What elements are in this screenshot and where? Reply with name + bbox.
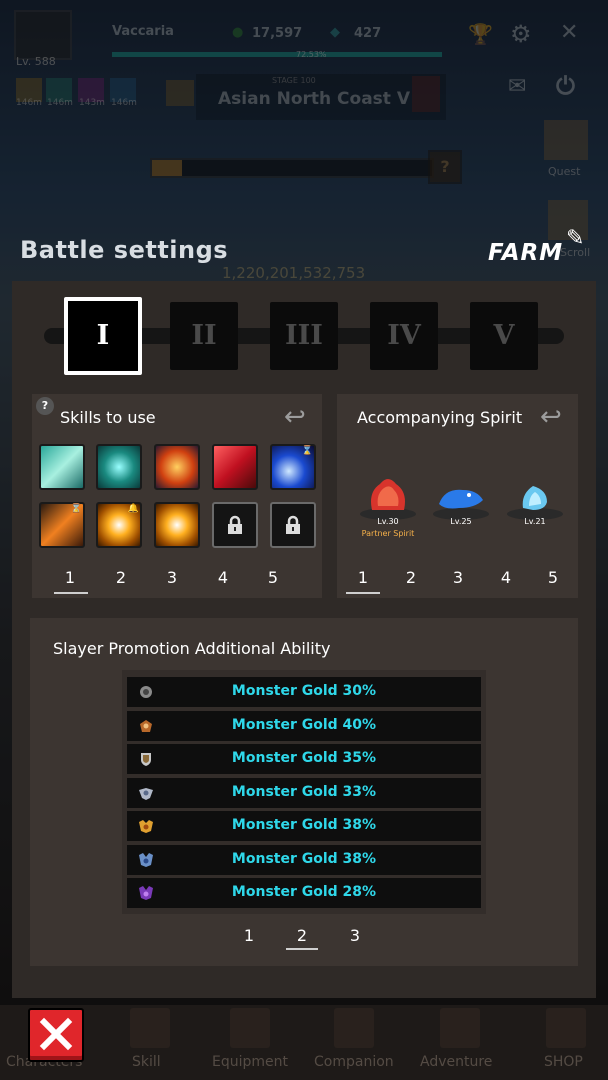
partner-spirit-label: Partner Spirit: [361, 529, 415, 538]
page-title: Battle settings: [20, 236, 229, 264]
skill-slot-8[interactable]: [154, 502, 200, 548]
edit-pencil-icon[interactable]: ✎: [566, 226, 584, 251]
skill-book-icon[interactable]: [130, 1008, 170, 1048]
spirit-tab-1[interactable]: 1: [353, 568, 373, 587]
skill-slot-6[interactable]: ⌛: [39, 502, 85, 548]
spirit-tab-5[interactable]: 5: [543, 568, 563, 587]
promotion-title: Slayer Promotion Additional Ability: [53, 639, 331, 658]
help-icon[interactable]: ?: [36, 397, 54, 415]
skill-slot-3[interactable]: [154, 444, 200, 490]
promotion-row: Monster Gold 40%: [127, 711, 481, 741]
promotion-page-3[interactable]: 3: [345, 926, 365, 945]
nav-equipment[interactable]: Equipment: [212, 1054, 288, 1070]
nav-skill[interactable]: Skill: [132, 1054, 161, 1070]
skills-tab-1[interactable]: 1: [60, 568, 80, 587]
promotion-ability: Monster Gold 38%: [231, 851, 377, 867]
close-button[interactable]: [28, 1008, 84, 1062]
lock-icon: [286, 515, 300, 534]
close-x-icon: [39, 1017, 73, 1051]
promotion-ability: Monster Gold 38%: [231, 817, 377, 833]
promotion-page-1[interactable]: 1: [239, 926, 259, 945]
skill-slot-4[interactable]: [212, 444, 258, 490]
promotion-page-indicator: [286, 948, 318, 950]
skills-tab-2[interactable]: 2: [111, 568, 131, 587]
preset-slot-2[interactable]: II: [170, 302, 238, 370]
spirit-title: Accompanying Spirit: [357, 408, 523, 427]
spirit-reset-arrow-icon[interactable]: ↩: [540, 402, 562, 432]
hourglass-icon: ⌛: [70, 504, 82, 514]
bell-icon: 🔔: [127, 504, 139, 514]
spirit-tab-2[interactable]: 2: [401, 568, 421, 587]
skill-slot-5[interactable]: ⌛: [270, 444, 316, 490]
spirit-level-1: Lv.30: [377, 517, 399, 526]
promotion-ability: Monster Gold 35%: [231, 750, 377, 766]
preset-slot-5[interactable]: V: [470, 302, 538, 370]
preset-slot-4[interactable]: IV: [370, 302, 438, 370]
promotion-ability: Monster Gold 30%: [231, 683, 377, 699]
skills-tab-5[interactable]: 5: [263, 568, 283, 587]
spirit-tab-indicator: [346, 592, 380, 594]
spirit-level-3: Lv.21: [524, 517, 546, 526]
promotion-row: Monster Gold 38%: [127, 811, 481, 841]
bottom-nav: [0, 1005, 608, 1080]
locked-skill-slot-1[interactable]: [212, 502, 258, 548]
skill-slot-1[interactable]: [39, 444, 85, 490]
promotion-row: Monster Gold 38%: [127, 845, 481, 875]
spirit-level-2: Lv.25: [450, 517, 472, 526]
companion-icon[interactable]: [334, 1008, 374, 1048]
nav-companion[interactable]: Companion: [314, 1054, 394, 1070]
promotion-row: Monster Gold 28%: [127, 878, 481, 908]
promotion-row: Monster Gold 35%: [127, 744, 481, 774]
preset-slot-1[interactable]: I: [64, 297, 142, 375]
skill-slot-7[interactable]: 🔔: [96, 502, 142, 548]
skill-slot-2[interactable]: [96, 444, 142, 490]
spirit-tab-4[interactable]: 4: [496, 568, 516, 587]
promotion-page-2[interactable]: 2: [292, 926, 312, 945]
promotion-row: Monster Gold 30%: [127, 677, 481, 707]
adventure-tree-icon[interactable]: [440, 1008, 480, 1048]
promotion-row: Monster Gold 33%: [127, 778, 481, 808]
shop-chest-icon[interactable]: [546, 1008, 586, 1048]
skills-tab-4[interactable]: 4: [213, 568, 233, 587]
promotion-ability: Monster Gold 33%: [231, 784, 377, 800]
hourglass-icon: ⌛: [301, 446, 313, 456]
skills-reset-arrow-icon[interactable]: ↩: [284, 402, 306, 432]
lock-icon: [228, 515, 242, 534]
nav-shop[interactable]: SHOP: [544, 1054, 583, 1070]
skills-title: Skills to use: [60, 408, 156, 427]
preset-mode-label: FARM: [488, 240, 564, 266]
skills-tab-3[interactable]: 3: [162, 568, 182, 587]
spirit-tab-3[interactable]: 3: [448, 568, 468, 587]
preset-slot-3[interactable]: III: [270, 302, 338, 370]
locked-skill-slot-2[interactable]: [270, 502, 316, 548]
promotion-ability: Monster Gold 28%: [231, 884, 377, 900]
skills-tab-indicator: [54, 592, 88, 594]
promotion-ability: Monster Gold 40%: [231, 717, 377, 733]
nav-adventure[interactable]: Adventure: [420, 1054, 492, 1070]
equipment-swords-icon[interactable]: [230, 1008, 270, 1048]
